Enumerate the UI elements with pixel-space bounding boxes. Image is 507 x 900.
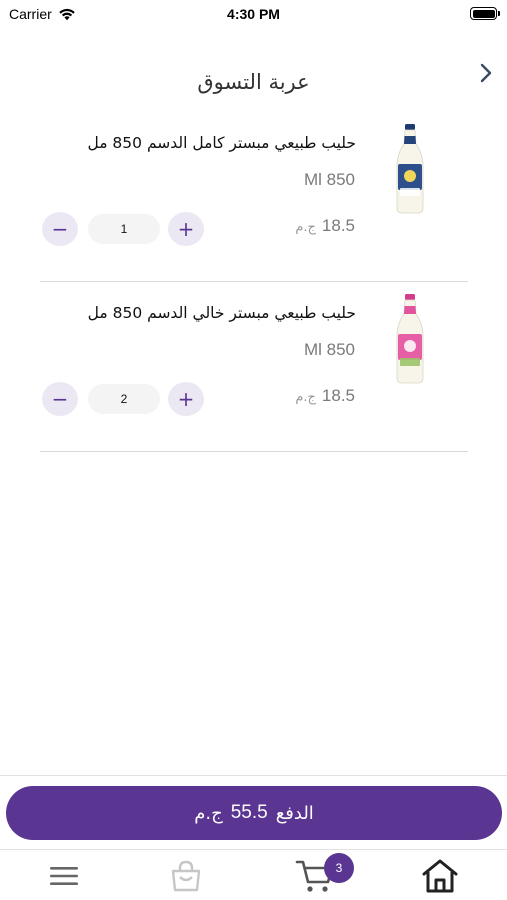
item-size: Ml 850 bbox=[303, 340, 355, 359]
milk-bottle-image bbox=[396, 124, 424, 214]
cart-item: حليب طبيعي مبستر خالي الدسم 850 مل Ml 85… bbox=[40, 282, 468, 452]
quantity-stepper: − 1 + bbox=[42, 212, 206, 246]
chevron-right-icon bbox=[480, 63, 492, 83]
tab-menu[interactable] bbox=[34, 850, 94, 900]
quantity-field[interactable]: 2 bbox=[88, 384, 160, 414]
tab-bar bbox=[0, 849, 507, 900]
increase-quantity-button[interactable]: + bbox=[168, 382, 204, 416]
checkout-button[interactable]: الدفع 55.5 ج.م bbox=[6, 786, 502, 840]
carrier-indicator: Carrier bbox=[9, 6, 76, 22]
status-bar: Carrier 4:30 PM bbox=[0, 0, 507, 28]
item-name: حليب طبيعي مبستر كامل الدسم 850 مل bbox=[87, 134, 356, 152]
header: عربة التسوق bbox=[0, 56, 507, 112]
cart-item: حليب طبيعي مبستر كامل الدسم 850 مل Ml 85… bbox=[40, 112, 468, 282]
decrease-quantity-button[interactable]: − bbox=[42, 382, 78, 416]
carrier-label: Carrier bbox=[9, 6, 52, 22]
checkout-label: الدفع bbox=[275, 802, 314, 824]
home-icon bbox=[422, 859, 458, 892]
quantity-field[interactable]: 1 bbox=[88, 214, 160, 244]
quantity-stepper: − 2 + bbox=[42, 382, 206, 416]
back-button[interactable] bbox=[471, 58, 501, 88]
footer-divider bbox=[0, 775, 507, 776]
checkout-amount: 55.5 bbox=[230, 802, 268, 823]
cart-count-badge: 3 bbox=[324, 853, 354, 883]
clock: 4:30 PM bbox=[227, 6, 280, 22]
increase-quantity-button[interactable]: + bbox=[168, 212, 204, 246]
tab-orders[interactable] bbox=[156, 850, 216, 900]
item-price: ج.م 18.5 bbox=[295, 216, 355, 236]
bag-icon bbox=[171, 860, 201, 891]
item-price-value: 18.5 bbox=[321, 386, 355, 405]
item-price-value: 18.5 bbox=[321, 216, 355, 235]
decrease-quantity-button[interactable]: − bbox=[42, 212, 78, 246]
item-size: Ml 850 bbox=[303, 170, 355, 189]
item-currency: ج.م bbox=[295, 390, 316, 405]
milk-bottle-image bbox=[396, 294, 424, 384]
item-name: حليب طبيعي مبستر خالي الدسم 850 مل bbox=[87, 304, 356, 322]
tab-home[interactable] bbox=[410, 850, 470, 900]
page-title: عربة التسوق bbox=[197, 70, 310, 94]
checkout-currency: ج.م bbox=[194, 802, 223, 824]
menu-icon bbox=[50, 866, 78, 885]
item-currency: ج.م bbox=[295, 220, 316, 235]
item-price: ج.م 18.5 bbox=[295, 386, 355, 406]
wifi-icon bbox=[59, 8, 75, 20]
battery-icon bbox=[470, 7, 500, 20]
